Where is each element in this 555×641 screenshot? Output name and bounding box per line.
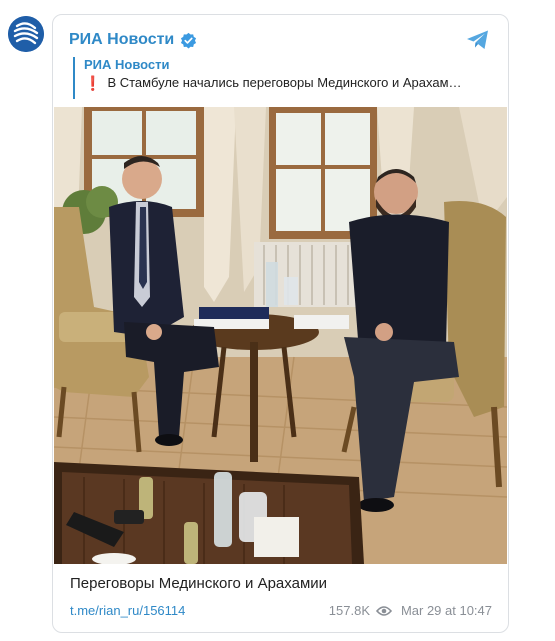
telegram-icon[interactable] (466, 29, 490, 51)
verified-icon (180, 32, 197, 49)
ria-logo-icon (8, 16, 44, 52)
reply-author: РИА Новости (84, 57, 170, 72)
message-card: РИА Новости РИА Новости ❗ В Стамбуле нач… (52, 14, 509, 633)
reply-line: ❗ В Стамбуле начались переговоры Мединск… (84, 73, 492, 93)
reply-text: В Стамбуле начались переговоры Мединског… (107, 75, 462, 90)
post-photo[interactable] (54, 107, 507, 564)
eye-icon (376, 605, 392, 617)
message-header: РИА Новости (69, 29, 492, 51)
view-count: 157.8K (328, 603, 370, 618)
channel-name[interactable]: РИА Новости (69, 31, 174, 49)
post-caption: Переговоры Мединского и Арахамии (70, 575, 328, 592)
reply-quote[interactable]: РИА Новости ❗ В Стамбуле начались перего… (73, 57, 492, 99)
message-footer: t.me/rian_ru/156114 157.8K Mar 29 at 10:… (70, 603, 492, 621)
post-link[interactable]: t.me/rian_ru/156114 (70, 603, 185, 618)
post-date[interactable]: Mar 29 at 10:47 (401, 603, 492, 618)
exclamation-icon: ❗ (84, 75, 102, 91)
photo-illustration (54, 107, 507, 564)
channel-avatar[interactable] (8, 16, 44, 52)
